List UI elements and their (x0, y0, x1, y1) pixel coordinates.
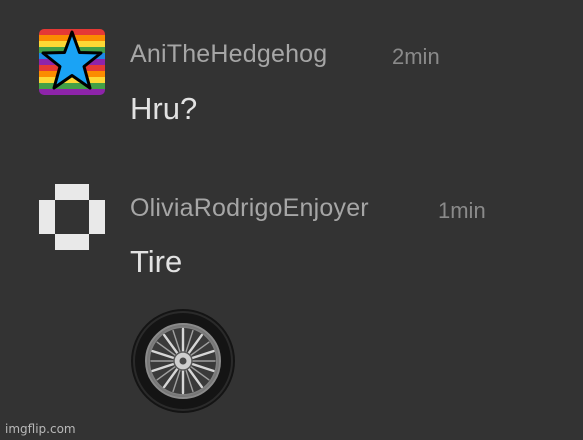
username[interactable]: OliviaRodrigoEnjoyer (130, 194, 369, 223)
pixel-ring-icon (39, 184, 105, 250)
user-avatar[interactable] (39, 184, 105, 250)
chat-message: AniTheHedgehog 2min Hru? (0, 0, 583, 150)
message-text: Tire (130, 244, 183, 279)
chat-message: OliviaRodrigoEnjoyer 1min Tire (0, 150, 583, 430)
timestamp: 1min (438, 198, 486, 223)
watermark: imgflip.com (5, 422, 76, 436)
message-attachment[interactable] (130, 308, 236, 414)
user-avatar[interactable] (39, 29, 105, 95)
timestamp: 2min (392, 44, 440, 69)
rainbow-star-icon (39, 29, 105, 95)
tire-icon (131, 309, 235, 413)
username[interactable]: AniTheHedgehog (130, 40, 327, 69)
message-text: Hru? (130, 91, 198, 126)
